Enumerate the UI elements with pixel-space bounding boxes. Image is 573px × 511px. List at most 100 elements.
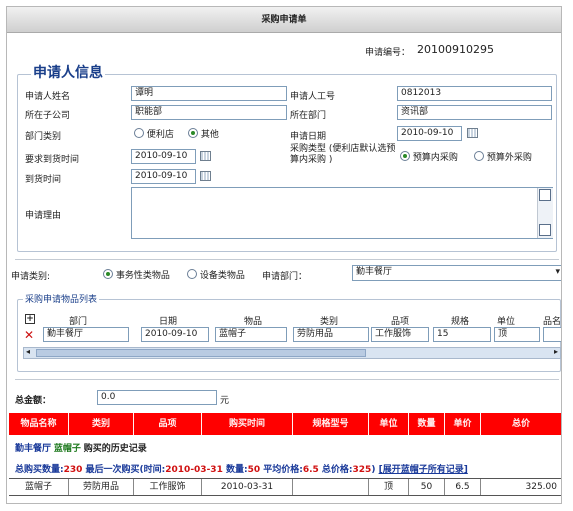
scroll-right-icon[interactable]: ▸	[554, 347, 558, 356]
history-cell-subitem: 工作服饰	[134, 479, 202, 495]
item-dept-field[interactable]: 勤丰餐厅	[43, 327, 129, 342]
items-horizontal-scrollbar[interactable]: ◂ ▸	[23, 347, 561, 359]
subsidiary-label: 所在子公司	[25, 111, 71, 121]
dept-type-convenience-label: 便利店	[146, 130, 174, 140]
col-header-date: 日期	[159, 317, 178, 327]
history-row: 蓝帽子 劳防用品 工作服饰 2010-03-31 顶 50 6.5 325.00	[9, 478, 561, 496]
category-label: 申请类别:	[11, 272, 51, 282]
radio-on-icon	[103, 269, 113, 279]
history-col-total: 总价	[511, 419, 530, 429]
total-amount-field[interactable]: 0.0	[97, 390, 217, 405]
history-cell-price: 6.5	[445, 479, 481, 495]
required-arrival-field[interactable]: 2010-09-10	[131, 149, 196, 164]
calendar-icon[interactable]	[467, 128, 478, 138]
request-number: 20100910295	[417, 43, 494, 56]
history-col-name: 物品名称	[9, 413, 69, 435]
request-dept-select[interactable]: 勤丰餐厅 ▾	[352, 265, 561, 281]
history-title-suffix: 购买的历史记录	[83, 444, 147, 454]
department-label: 所在部门	[290, 111, 327, 121]
purchase-type-label: 采购类型 (便利店默认选预算内采购 )	[290, 144, 396, 165]
history-dept: 勤丰餐厅	[15, 444, 52, 454]
reason-scrollbar[interactable]	[537, 188, 553, 238]
purchase-type-offbudget-radio[interactable]: 预算外采购	[474, 150, 532, 163]
apply-date-field[interactable]: 2010-09-10	[397, 126, 462, 141]
purchase-request-form: 采购申请单 申请编号： 20100910295 申请人信息 申请人姓名 谭明 申…	[6, 6, 562, 504]
history-title: 勤丰餐厅 蓝帽子 购买的历史记录	[15, 441, 147, 454]
category-equipment-label: 设备类物品	[199, 271, 245, 281]
required-arrival-label: 要求到货时间	[25, 155, 80, 165]
reason-textarea[interactable]	[131, 187, 553, 239]
total-amount-label: 总金额：	[15, 396, 52, 406]
chevron-down-icon: ▾	[555, 267, 560, 277]
col-header-subitem: 品项	[391, 317, 410, 327]
radio-on-icon	[400, 151, 410, 161]
request-dept-label: 申请部门：	[262, 272, 308, 282]
item-subitem-field[interactable]: 工作服饰	[371, 327, 429, 342]
calendar-icon[interactable]	[200, 171, 211, 181]
summary-last-time: 2010-03-31	[165, 465, 223, 475]
radio-off-icon	[187, 269, 197, 279]
dept-type-label: 部门类别	[25, 132, 62, 142]
dept-type-other-radio[interactable]: 其他	[188, 127, 219, 140]
expand-history-link[interactable]: [展开蓝帽子所有记录]	[379, 465, 468, 475]
purchase-type-budget-radio[interactable]: 预算内采购	[400, 150, 458, 163]
summary-total: 325	[352, 465, 372, 475]
divider	[15, 379, 559, 380]
summary-avg-label: 平均价格:	[260, 465, 303, 475]
reason-label: 申请理由	[25, 211, 62, 221]
red-x-icon[interactable]: ✕	[24, 328, 34, 342]
history-item: 蓝帽子	[53, 444, 81, 454]
applicant-empid-field[interactable]: 0812013	[397, 86, 552, 101]
history-cell-time: 2010-03-31	[202, 479, 293, 495]
item-date-field[interactable]: 2010-09-10	[141, 327, 209, 342]
purchase-type-budget-label: 预算内采购	[412, 153, 458, 163]
history-col-subitem: 品项	[134, 413, 202, 435]
divider	[15, 259, 559, 260]
item-spec-field[interactable]: 15	[433, 327, 491, 342]
summary-qty: 50	[247, 465, 261, 475]
scroll-left-icon[interactable]: ◂	[26, 347, 30, 356]
summary-total-qty-label: 总购买数量:	[15, 465, 64, 475]
history-cell-qty: 50	[409, 479, 445, 495]
dept-type-convenience-radio[interactable]: 便利店	[134, 127, 174, 140]
item-category-field[interactable]: 劳防用品	[293, 327, 369, 342]
history-col-qty: 数量	[409, 413, 445, 435]
history-cell-total: 325.00	[525, 482, 558, 492]
department-field[interactable]: 资讯部	[397, 105, 552, 120]
summary-total-qty: 230	[63, 465, 83, 475]
form-title: 采购申请单	[7, 7, 561, 33]
scroll-down-button[interactable]	[539, 224, 551, 236]
history-cell-name: 蓝帽子	[9, 479, 69, 495]
item-productname-field[interactable]	[543, 327, 561, 342]
arrival-field[interactable]: 2010-09-10	[131, 169, 196, 184]
history-table-header: 物品名称 类别 品项 购买时间 规格型号 单位 数量 单价 总价	[9, 413, 561, 435]
history-col-price: 单价	[445, 413, 481, 435]
arrival-label: 到货时间	[25, 175, 62, 185]
applicant-section-title: 申请人信息	[31, 65, 105, 81]
scroll-thumb[interactable]	[36, 349, 366, 357]
category-consumable-radio[interactable]: 事务性类物品	[103, 268, 170, 281]
scroll-up-button[interactable]	[539, 189, 551, 201]
applicant-name-label: 申请人姓名	[25, 92, 71, 102]
history-cell-spec	[293, 479, 369, 495]
col-header-name: 品名	[543, 317, 562, 327]
items-list-title: 采购申请物品列表	[23, 292, 100, 305]
applicant-name-field[interactable]: 谭明	[131, 86, 287, 101]
col-header-spec: 规格	[451, 317, 470, 327]
request-number-label: 申请编号：	[365, 48, 411, 58]
plus-box-icon[interactable]: +	[25, 314, 35, 324]
dept-type-other-label: 其他	[200, 130, 219, 140]
item-unit-field[interactable]: 顶	[494, 327, 540, 342]
calendar-icon[interactable]	[200, 151, 211, 161]
applicant-empid-label: 申请人工号	[290, 92, 336, 102]
category-equipment-radio[interactable]: 设备类物品	[187, 268, 245, 281]
radio-off-icon	[134, 128, 144, 138]
summary-total-label: 总价格:	[318, 465, 353, 475]
col-header-dept: 部门	[69, 317, 88, 327]
summary-qty-label: 数量:	[222, 465, 248, 475]
summary-avg: 6.5	[302, 465, 319, 475]
subsidiary-field[interactable]: 职能部	[131, 105, 287, 120]
item-name-field[interactable]: 蓝帽子	[215, 327, 287, 342]
purchase-type-offbudget-label: 预算外采购	[486, 153, 532, 163]
total-amount-unit: 元	[220, 396, 230, 406]
